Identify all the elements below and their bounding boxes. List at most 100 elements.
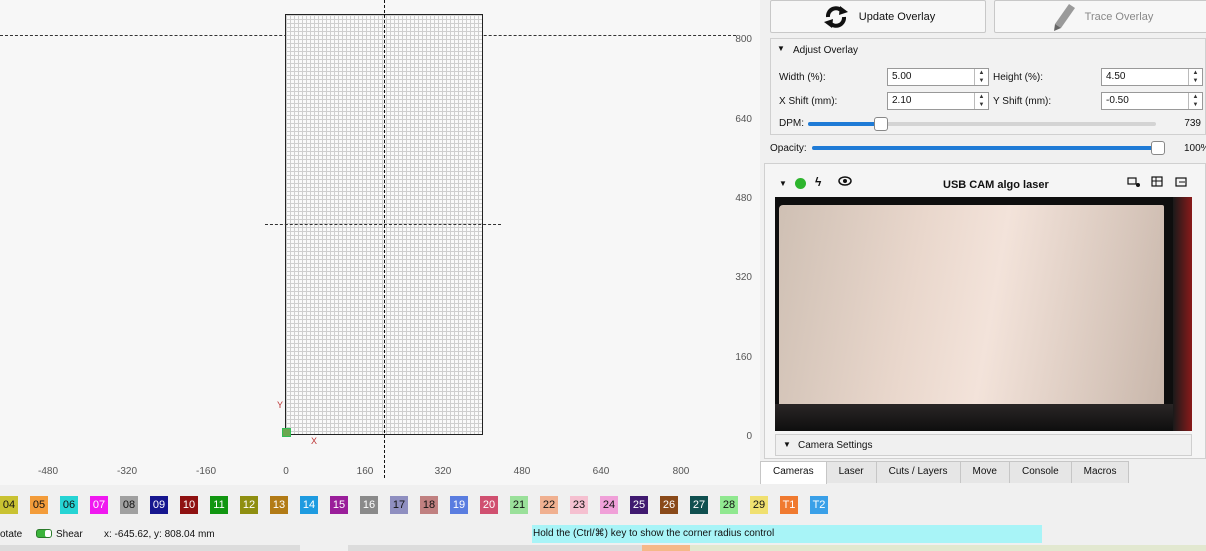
pencil-icon: [1051, 2, 1077, 32]
ruler-y-tick: 160: [735, 352, 752, 363]
grid-icon[interactable]: [1151, 176, 1164, 191]
rotate-label[interactable]: otate: [0, 529, 22, 540]
spin-arrows-icon[interactable]: ▲ ▼: [1188, 93, 1202, 109]
spin-arrows-icon[interactable]: ▲ ▼: [1188, 69, 1202, 85]
ruler-y-tick: 640: [735, 114, 752, 125]
adjust-overlay-title: Adjust Overlay: [793, 45, 859, 56]
origin-marker: [282, 428, 291, 437]
layer-swatch[interactable]: 27: [690, 496, 708, 514]
layer-swatch[interactable]: 16: [360, 496, 378, 514]
tab-macros[interactable]: Macros: [1070, 461, 1130, 483]
ruler-x-tick: 320: [434, 466, 452, 477]
trace-overlay-label: Trace Overlay: [1084, 10, 1154, 23]
lightning-icon[interactable]: ϟ: [815, 175, 821, 189]
refresh-icon: [821, 4, 851, 30]
camera-image-floor: [775, 404, 1192, 431]
dpm-slider-fill: [808, 122, 881, 126]
yshift-label: Y Shift (mm):: [993, 96, 1052, 107]
adjust-overlay-section: ▼ Adjust Overlay Width (%): 5.00 ▲ ▼ Heig…: [770, 38, 1206, 135]
layer-swatch[interactable]: 17: [390, 496, 408, 514]
ruler-x-tick: 800: [672, 466, 690, 477]
layer-swatch[interactable]: 13: [270, 496, 288, 514]
layer-swatch[interactable]: 21: [510, 496, 528, 514]
tab-laser[interactable]: Laser: [825, 461, 877, 483]
update-overlay-button[interactable]: Update Overlay: [770, 0, 986, 33]
spin-arrows-icon[interactable]: ▲ ▼: [974, 93, 988, 109]
ruler-y-tick: 480: [735, 193, 752, 204]
opacity-slider-fill: [812, 146, 1158, 150]
layer-swatch[interactable]: 12: [240, 496, 258, 514]
opacity-slider-thumb[interactable]: [1151, 141, 1165, 155]
xshift-spinbox[interactable]: 2.10 ▲ ▼: [887, 92, 989, 110]
layer-swatch[interactable]: T2: [810, 496, 828, 514]
trace-overlay-button[interactable]: Trace Overlay: [994, 0, 1206, 33]
ruler-x-tick: -160: [195, 466, 216, 477]
camera-settings-header[interactable]: ▼ Camera Settings: [775, 434, 1192, 456]
bottom-strip: [0, 545, 1206, 551]
ruler-y-tick: 0: [746, 431, 752, 442]
height-spinbox[interactable]: 4.50 ▲ ▼: [1101, 68, 1203, 86]
collapse-arrow-icon[interactable]: ▼: [779, 179, 787, 188]
camera-section: ▼ ϟ USB CAM algo laser ▼ Camera Settings: [764, 163, 1206, 459]
dpm-slider-thumb[interactable]: [874, 117, 888, 131]
eye-icon[interactable]: [838, 176, 852, 189]
layer-swatch[interactable]: 07: [90, 496, 108, 514]
tab-console[interactable]: Console: [1008, 461, 1072, 483]
width-label: Width (%):: [779, 72, 826, 83]
axis-y-label: Y: [277, 400, 284, 410]
camera-settings-icon[interactable]: [1127, 176, 1141, 191]
xshift-value: 2.10: [892, 95, 912, 106]
tab-cameras[interactable]: Cameras: [760, 461, 827, 484]
opacity-value: 100%: [1184, 143, 1206, 154]
axis-x-label: X: [311, 436, 318, 446]
collapse-arrow-icon[interactable]: ▼: [777, 44, 785, 53]
camera-feed[interactable]: [775, 197, 1192, 431]
yshift-spinbox[interactable]: -0.50 ▲ ▼: [1101, 92, 1203, 110]
camera-status-dot: [795, 178, 806, 189]
layer-swatch[interactable]: 19: [450, 496, 468, 514]
layer-swatch[interactable]: 18: [420, 496, 438, 514]
layer-swatch[interactable]: 24: [600, 496, 618, 514]
ruler-x-tick: 0: [283, 466, 289, 477]
layer-swatch[interactable]: 23: [570, 496, 588, 514]
ruler-y-tick: 320: [735, 272, 752, 283]
width-spinbox[interactable]: 5.00 ▲ ▼: [887, 68, 989, 86]
layer-swatch[interactable]: 25: [630, 496, 648, 514]
camera-image-board: [779, 205, 1164, 412]
layer-swatch[interactable]: 05: [30, 496, 48, 514]
ruler-x-tick: 480: [513, 466, 531, 477]
strip-segment: [690, 545, 1206, 551]
layer-swatch[interactable]: 22: [540, 496, 558, 514]
opacity-slider[interactable]: [812, 141, 1165, 155]
layer-swatch[interactable]: 15: [330, 496, 348, 514]
layer-swatch[interactable]: 20: [480, 496, 498, 514]
capture-icon[interactable]: [1175, 176, 1189, 191]
horizontal-center-guide: [265, 224, 501, 225]
layer-swatch[interactable]: 26: [660, 496, 678, 514]
layer-swatch[interactable]: 04: [0, 496, 18, 514]
layer-swatch[interactable]: 09: [150, 496, 168, 514]
dpm-value: 739: [1184, 118, 1201, 129]
layer-swatch[interactable]: 10: [180, 496, 198, 514]
strip-gap: [300, 545, 348, 551]
layer-swatch[interactable]: T1: [780, 496, 798, 514]
layer-swatch[interactable]: 06: [60, 496, 78, 514]
tab-move[interactable]: Move: [959, 461, 1010, 483]
layer-swatch[interactable]: 14: [300, 496, 318, 514]
vertical-center-guide: [384, 0, 385, 478]
height-label: Height (%):: [993, 72, 1044, 83]
ruler-x-tick: -480: [37, 466, 58, 477]
layer-swatch[interactable]: 08: [120, 496, 138, 514]
update-overlay-label: Update Overlay: [858, 10, 936, 23]
layer-swatch[interactable]: 29: [750, 496, 768, 514]
shear-label: Shear: [56, 529, 83, 540]
layer-swatch[interactable]: 11: [210, 496, 228, 514]
ruler-x-tick: -320: [116, 466, 137, 477]
workspace-canvas[interactable]: Y X 800 640 480 320 160 0 -480 -320 -160…: [0, 0, 760, 485]
shear-toggle[interactable]: [36, 529, 52, 538]
strip-highlight: [642, 545, 690, 551]
layer-swatch[interactable]: 28: [720, 496, 738, 514]
spin-arrows-icon[interactable]: ▲ ▼: [974, 69, 988, 85]
dpm-slider[interactable]: [808, 117, 1156, 131]
tab-cuts-layers[interactable]: Cuts / Layers: [875, 461, 961, 483]
